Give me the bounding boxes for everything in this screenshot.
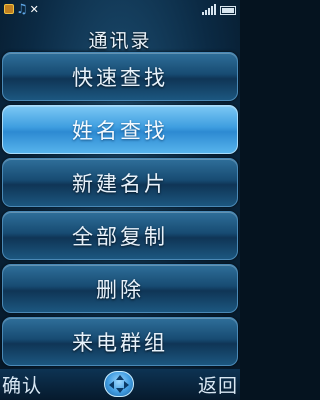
phone-screen: ♫ ✕ 通讯录 快速查找 姓名查找 新建名片 全部复制 删除 来电群组 确认 返… [0, 0, 240, 400]
mute-icon: ✕ [29, 2, 39, 16]
menu-item-caller-groups[interactable]: 来电群组 [2, 317, 238, 366]
arrow-left-icon [109, 381, 114, 389]
menu-item-copy-all[interactable]: 全部复制 [2, 211, 238, 260]
menu-item-name-search[interactable]: 姓名查找 [2, 105, 238, 154]
confirm-softkey[interactable]: 确认 [2, 371, 42, 398]
signal-icon [202, 3, 216, 15]
status-bar: ♫ ✕ [0, 0, 240, 18]
arrow-right-icon [124, 381, 129, 389]
arrow-up-icon [116, 375, 124, 380]
status-left-group: ♫ ✕ [4, 3, 39, 16]
menu-item-delete[interactable]: 删除 [2, 264, 238, 313]
page-title: 通讯录 [88, 30, 152, 52]
battery-icon [220, 6, 236, 15]
menu-item-quick-search[interactable]: 快速查找 [2, 52, 238, 101]
arrow-down-icon [116, 388, 124, 393]
back-softkey[interactable]: 返回 [198, 371, 238, 398]
navigation-pad-icon[interactable] [104, 371, 134, 397]
status-right-group [202, 3, 236, 15]
app-logo-icon [4, 4, 14, 14]
music-note-icon: ♫ [16, 1, 28, 17]
menu-item-new-card[interactable]: 新建名片 [2, 158, 238, 207]
softkey-bar: 确认 返回 [0, 369, 240, 400]
